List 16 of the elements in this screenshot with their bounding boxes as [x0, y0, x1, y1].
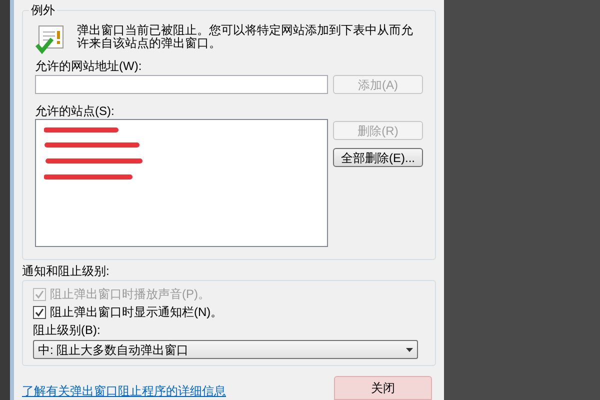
info-text: 弹出窗口当前已被阻止。您可以将特定网站添加到下表中从而允许来自该站点的弹出窗口。: [77, 24, 414, 50]
level-dropdown[interactable]: 中: 阻止大多数自动弹出窗口: [33, 340, 418, 360]
field-label: 允许的网站地址(W):: [35, 59, 142, 73]
list-label: 允许的站点(S):: [35, 104, 114, 118]
section-title: 通知和阻止级别:: [22, 264, 110, 278]
details-link[interactable]: 了解有关弹出窗口阻止程序的详细信息: [22, 382, 226, 400]
dropdown-arrow-icon: [406, 348, 413, 352]
site-list[interactable]: [35, 119, 328, 247]
level-label: 阻止级别(B):: [33, 323, 100, 338]
close-button[interactable]: 关闭: [334, 376, 432, 400]
checkbox[interactable]: [33, 306, 46, 320]
address-field[interactable]: [35, 75, 328, 94]
button[interactable]: 全部删除(E)...: [333, 148, 423, 167]
group-title: 例外: [29, 3, 57, 17]
checkbox-label: 阻止弹出窗口时播放声音(P)。: [50, 287, 210, 302]
checkbox-label: 阻止弹出窗口时显示通知栏(N)。: [50, 305, 223, 320]
